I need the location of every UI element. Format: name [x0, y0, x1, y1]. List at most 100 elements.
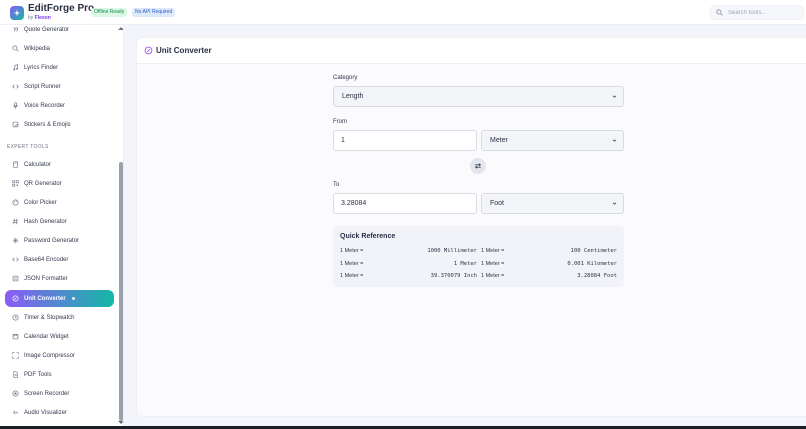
sidebar-item-label: JSON Formatter: [24, 275, 68, 282]
clock-icon: [12, 314, 19, 321]
sidebar-item-base64-encoder[interactable]: Base64 Encoder: [5, 252, 114, 267]
sidebar-item-json-formatter[interactable]: JSON Formatter: [5, 271, 114, 286]
qr-icon: [12, 180, 19, 187]
search-icon: [716, 9, 723, 16]
sidebar-item-label: Timer & Stopwatch: [24, 314, 75, 321]
sidebar: Quote Generator Wikipedia Lyrics Finder …: [0, 25, 124, 429]
sidebar-item-label: Calculator: [24, 161, 52, 168]
reference-rhs: 100 Centimeter: [570, 248, 617, 254]
key-icon: [12, 237, 19, 244]
quote-icon: [12, 26, 19, 33]
search-box[interactable]: [710, 5, 804, 20]
page-title: Unit Converter: [156, 46, 212, 55]
reference-rhs: 1000 Millimeter: [427, 248, 477, 254]
app-logo-icon: [10, 6, 24, 20]
sidebar-item-label: Password Generator: [24, 237, 80, 244]
app-title: EditForge Pro: [28, 3, 95, 14]
byline-name: Flexon: [34, 15, 51, 21]
sidebar-item-label: Color Picker: [24, 199, 57, 206]
reference-row: 1 Meter = 0.001 Kilometer: [481, 261, 617, 269]
from-value-input[interactable]: 1: [333, 130, 477, 151]
sidebar-item-label: Calendar Widget: [24, 333, 69, 340]
reference-row: 1 Meter = 1 Meter: [340, 261, 477, 269]
sidebar-item-screen-recorder[interactable]: Screen Recorder: [5, 386, 114, 401]
reference-lhs: 1 Meter =: [340, 261, 364, 267]
sidebar-item-label: QR Generator: [24, 180, 62, 187]
braces-icon: [12, 275, 19, 282]
category-value: Length: [342, 93, 364, 100]
sidebar-scrollbar-thumb[interactable]: [119, 162, 123, 421]
sidebar-item-timer-stopwatch[interactable]: Timer & Stopwatch: [5, 310, 114, 325]
chevron-down-icon: [612, 139, 617, 142]
converter-icon: [144, 46, 153, 55]
search-icon: [12, 45, 19, 52]
sidebar-item-unit-converter[interactable]: Unit Converter: [5, 290, 114, 307]
reference-rhs: 1 Meter: [453, 261, 477, 267]
expert-tools-heading: EXPERT TOOLS: [7, 144, 49, 150]
sidebar-item-label: Unit Converter: [24, 295, 66, 302]
sidebar-item-qr-generator[interactable]: QR Generator: [5, 176, 114, 191]
sidebar-item-pdf-tools[interactable]: PDF Tools: [5, 367, 114, 382]
quick-reference-card: Quick Reference 1 Meter = 1000 Millimete…: [333, 226, 624, 287]
scroll-down-arrow[interactable]: [118, 421, 123, 424]
reference-row: 1 Meter = 1000 Millimeter: [340, 248, 477, 256]
sidebar-item-label: Audio Visualizer: [24, 409, 67, 416]
reference-lhs: 1 Meter =: [340, 273, 364, 279]
sticker-icon: [12, 121, 19, 128]
sidebar-item-label: Image Compressor: [24, 352, 76, 359]
from-unit-value: Meter: [490, 137, 508, 144]
no-api-badge: No API Required: [132, 8, 176, 17]
sidebar-item-label: Lyrics Finder: [24, 64, 59, 71]
sidebar-item-label: Voice Recorder: [24, 102, 66, 109]
reference-lhs: 1 Meter =: [340, 248, 364, 254]
sidebar-item-calendar-widget[interactable]: Calendar Widget: [5, 329, 114, 344]
sidebar-item-image-compressor[interactable]: Image Compressor: [5, 348, 114, 363]
to-unit-select[interactable]: Foot: [481, 193, 624, 214]
sidebar-item-quote-generator[interactable]: Quote Generator: [5, 25, 114, 37]
to-value-output[interactable]: 3.28084: [333, 193, 477, 214]
sidebar-item-stickers-emojis[interactable]: Stickers & Emojis: [5, 117, 114, 132]
sidebar-item-label: Stickers & Emojis: [24, 121, 71, 128]
sidebar-item-label: Hash Generator: [24, 218, 67, 225]
sidebar-item-label: Quote Generator: [24, 26, 70, 33]
sidebar-item-script-runner[interactable]: Script Runner: [5, 79, 114, 94]
sidebar-item-calculator[interactable]: Calculator: [5, 157, 114, 172]
swap-icon: [475, 163, 481, 169]
swap-units-button[interactable]: [470, 158, 486, 174]
sidebar-item-color-picker[interactable]: Color Picker: [5, 195, 114, 210]
hash-icon: [12, 218, 19, 225]
sidebar-item-audio-visualizer[interactable]: Audio Visualizer: [5, 405, 114, 420]
mic-icon: [12, 102, 19, 109]
reference-lhs: 1 Meter =: [481, 273, 505, 279]
app-header: EditForge Pro by Flexon Offline Ready No…: [0, 0, 806, 25]
calendar-icon: [12, 333, 19, 340]
sidebar-item-password-generator[interactable]: Password Generator: [5, 233, 114, 248]
compress-icon: [12, 352, 19, 359]
sidebar-item-wikipedia[interactable]: Wikipedia: [5, 41, 114, 56]
record-icon: [12, 390, 19, 397]
quick-reference-title: Quick Reference: [340, 233, 396, 240]
sidebar-item-lyrics-finder[interactable]: Lyrics Finder: [5, 60, 114, 75]
reference-rhs: 39.370079 Inch: [430, 273, 477, 279]
offline-ready-badge: Offline Ready: [91, 8, 128, 17]
scroll-up-arrow[interactable]: [118, 27, 123, 30]
sidebar-item-label: PDF Tools: [24, 371, 52, 378]
from-label: From: [333, 119, 347, 125]
file-icon: [12, 371, 19, 378]
code-icon: [12, 256, 19, 263]
category-select[interactable]: Length: [333, 86, 624, 107]
reference-rhs: 3.28084 Foot: [577, 273, 617, 279]
reference-lhs: 1 Meter =: [481, 248, 505, 254]
byline-prefix: by: [28, 15, 34, 21]
sidebar-item-hash-generator[interactable]: Hash Generator: [5, 214, 114, 229]
search-input[interactable]: [728, 9, 798, 16]
sidebar-item-voice-recorder[interactable]: Voice Recorder: [5, 98, 114, 113]
panel-header: Unit Converter: [137, 38, 806, 64]
from-unit-select[interactable]: Meter: [481, 130, 624, 151]
audio-icon: [12, 409, 19, 416]
active-indicator-dot: [71, 297, 75, 300]
reference-rhs: 0.001 Kilometer: [567, 261, 617, 267]
calculator-icon: [12, 161, 19, 168]
reference-row: 1 Meter = 100 Centimeter: [481, 248, 617, 256]
chevron-down-icon: [612, 202, 617, 205]
